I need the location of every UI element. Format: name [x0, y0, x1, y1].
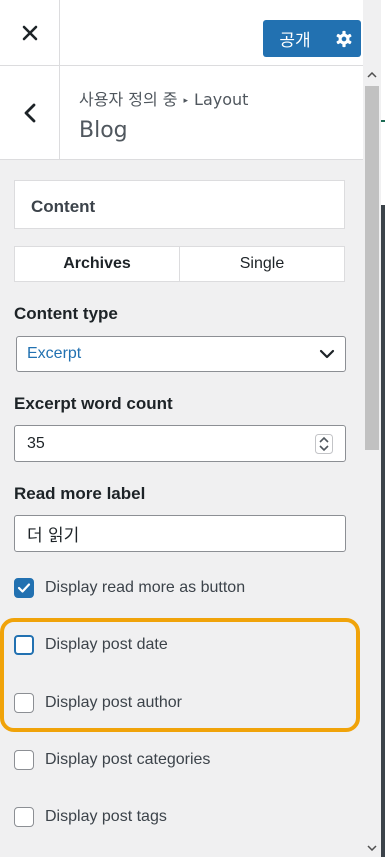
preview-edge	[381, 0, 385, 857]
chevron-down-icon	[319, 349, 335, 359]
publish-group: 공개	[263, 20, 361, 57]
checkbox-post-author[interactable]: Display post author	[14, 693, 182, 713]
content-type-label: Content type	[14, 304, 118, 323]
chevron-up-icon	[367, 72, 377, 78]
close-button[interactable]	[0, 0, 60, 66]
publish-button[interactable]: 공개	[263, 20, 327, 57]
read-more-label: Read more label	[14, 484, 146, 503]
checkbox-post-tags[interactable]: Display post tags	[14, 807, 167, 827]
back-button[interactable]	[0, 66, 60, 160]
checkbox-read-more-button-box[interactable]	[14, 578, 34, 598]
checkbox-post-author-label: Display post author	[45, 694, 182, 711]
preview-edge-mark	[381, 120, 385, 122]
chevron-left-icon	[24, 103, 35, 123]
tab-single[interactable]: Single	[180, 247, 344, 281]
read-more-value: 더 읽기	[27, 526, 80, 546]
tab-archives[interactable]: Archives	[15, 247, 180, 281]
number-spinner-icon[interactable]	[315, 433, 333, 454]
breadcrumb-separator-icon: ▸	[183, 96, 189, 106]
checkbox-post-date-box[interactable]	[14, 635, 34, 655]
breadcrumb-parent: 사용자 정의 중	[79, 90, 178, 109]
breadcrumb-section: Layout	[194, 90, 249, 109]
checkbox-post-categories[interactable]: Display post categories	[14, 750, 210, 770]
close-icon	[22, 25, 37, 41]
excerpt-count-value: 35	[27, 434, 45, 452]
breadcrumb: 사용자 정의 중 ▸ Layout	[79, 86, 248, 110]
scroll-thumb[interactable]	[365, 86, 379, 450]
customizer-topbar: 공개	[0, 0, 363, 66]
checkbox-read-more-button-label: Display read more as button	[45, 579, 246, 596]
scroll-down-button[interactable]	[363, 839, 381, 857]
checkbox-post-date[interactable]: Display post date	[14, 635, 168, 655]
excerpt-count-input[interactable]: 35	[14, 425, 346, 462]
scroll-up-button[interactable]	[363, 66, 381, 84]
gear-icon	[336, 30, 352, 47]
preview-edge-shade	[381, 205, 385, 857]
read-more-input[interactable]: 더 읽기	[14, 515, 346, 552]
checkbox-post-author-box[interactable]	[14, 693, 34, 713]
publish-settings-button[interactable]	[327, 20, 361, 57]
excerpt-count-label: Excerpt word count	[14, 394, 173, 413]
checkbox-post-tags-box[interactable]	[14, 807, 34, 827]
archive-single-tabs: Archives Single	[14, 246, 345, 282]
checkbox-post-date-label: Display post date	[45, 636, 168, 653]
checkbox-post-categories-box[interactable]	[14, 750, 34, 770]
page-title: Blog	[79, 118, 128, 143]
content-type-select[interactable]: Excerpt	[16, 336, 346, 372]
section-title-card: Content	[14, 180, 345, 229]
scrollbar[interactable]	[363, 66, 381, 857]
chevron-down-small-icon	[367, 845, 377, 851]
checkmark-icon	[17, 583, 31, 593]
checkbox-read-more-button[interactable]: Display read more as button	[14, 578, 245, 598]
checkbox-post-tags-label: Display post tags	[45, 808, 167, 825]
checkbox-post-categories-label: Display post categories	[45, 751, 211, 768]
content-type-value: Excerpt	[27, 345, 82, 362]
section-header: 사용자 정의 중 ▸ Layout Blog	[0, 66, 363, 160]
